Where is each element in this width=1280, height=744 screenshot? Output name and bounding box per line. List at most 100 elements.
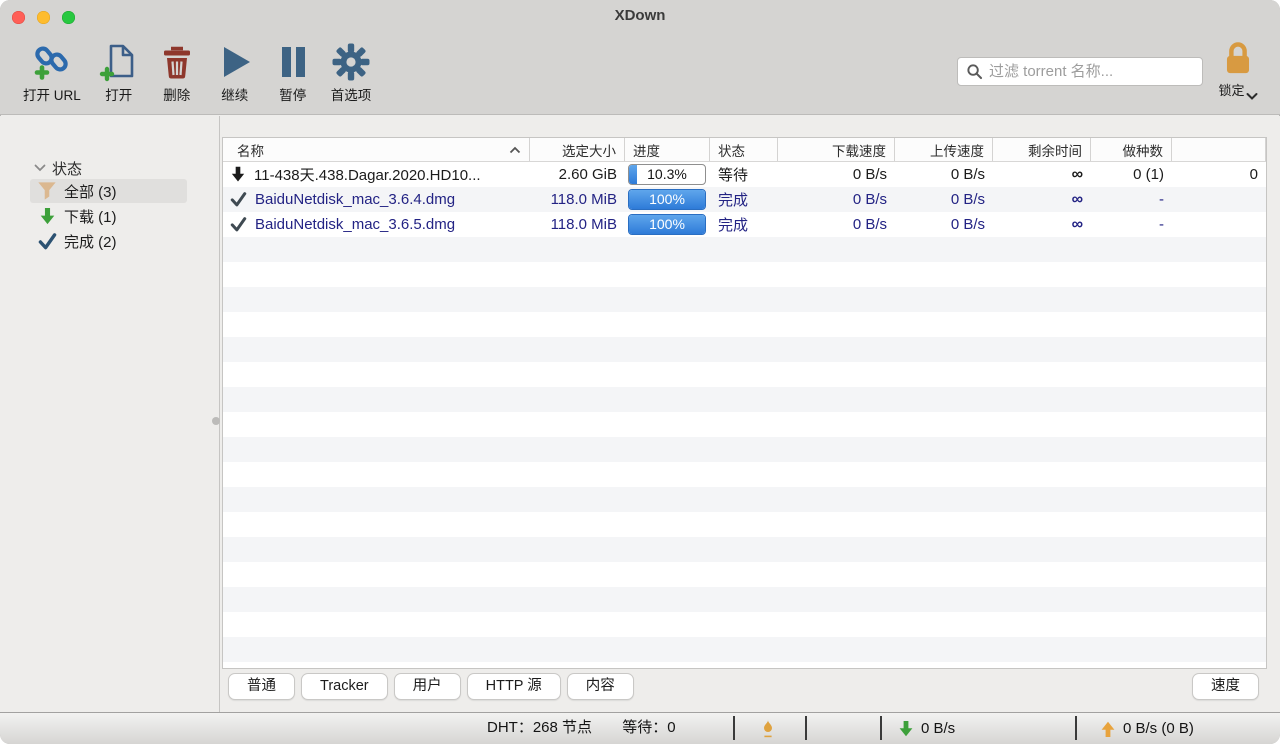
open-file-button[interactable]: 打开 [90, 30, 148, 104]
extra-value [1172, 187, 1266, 212]
download-arrow-icon [36, 206, 58, 226]
window-title: XDown [0, 0, 1280, 30]
funnel-icon [36, 181, 58, 201]
preferences-label: 首选项 [331, 84, 372, 104]
waiting-count: 等待：0 [622, 719, 675, 736]
column-header-eta[interactable]: 剩余时间 [993, 138, 1091, 161]
sidebar-item-completed[interactable]: 完成 (2) [30, 229, 187, 253]
preferences-button[interactable]: 首选项 [322, 30, 381, 104]
detail-tabstrip: 普通 Tracker 用户 HTTP 源 内容 速度 [0, 673, 1280, 700]
dht-nodes: DHT：268 节点 [487, 719, 592, 736]
lock-icon [1223, 41, 1253, 77]
sidebar-item-label: 下载 (1) [64, 206, 117, 227]
seeds: - [1091, 212, 1172, 237]
chevron-down-icon [1246, 92, 1258, 101]
eta: ∞ [993, 212, 1091, 237]
column-header-seeds[interactable]: 做种数 [1091, 138, 1172, 161]
progress-bar: 10.3% [628, 164, 706, 185]
total-download-speed: 0 B/s [921, 718, 955, 740]
sidebar-group-status[interactable]: 状态 [34, 157, 82, 179]
torrent-name: BaiduNetdisk_mac_3.6.5.dmg [255, 216, 455, 233]
xdown-window: XDown 打开 URL [0, 0, 1280, 744]
progress-bar: 100% [628, 214, 706, 235]
pause-button[interactable]: 暂停 [264, 30, 322, 104]
selected-size: 118.0 MiB [530, 187, 625, 212]
upload-speed: 0 B/s [895, 162, 993, 187]
download-speed: 0 B/s [778, 162, 895, 187]
column-header-dl-speed[interactable]: 下载速度 [778, 138, 895, 161]
completed-icon [230, 192, 247, 207]
delete-button[interactable]: 删除 [148, 30, 206, 104]
sidebar-item-label: 全部 (3) [64, 181, 117, 202]
resume-label: 继续 [221, 84, 248, 104]
extra-value [1172, 212, 1266, 237]
speed-button[interactable]: 速度 [1192, 673, 1259, 700]
delete-label: 删除 [163, 84, 190, 104]
link-add-icon [32, 42, 72, 82]
column-header-name[interactable]: 名称 [223, 138, 530, 161]
sidebar-item-downloading[interactable]: 下载 (1) [30, 204, 187, 228]
tab-general[interactable]: 普通 [228, 673, 295, 700]
column-header-extra[interactable] [1172, 138, 1266, 161]
toolbar: 打开 URL 打开 [0, 30, 1280, 115]
upload-arrow-icon [1100, 720, 1116, 738]
eta: ∞ [993, 187, 1091, 212]
tab-content[interactable]: 内容 [567, 673, 634, 700]
search-box[interactable] [957, 57, 1203, 86]
torrent-name: 11-438天.438.Dagar.2020.HD10... [254, 164, 481, 185]
progress-label: 10.3% [629, 165, 705, 184]
download-speed: 0 B/s [778, 187, 895, 212]
selected-size: 118.0 MiB [530, 212, 625, 237]
downloading-icon [230, 166, 246, 183]
status-text: 等待 [710, 162, 778, 187]
column-header-size[interactable]: 选定大小 [530, 138, 625, 161]
check-icon [36, 231, 58, 251]
file-add-icon [99, 42, 139, 82]
download-table: 名称 选定大小 进度 状态 下载速度 上传速度 剩余时间 做种数 [222, 137, 1267, 669]
titlebar: XDown [0, 0, 1280, 30]
content-area: 状态 全部 (3) 下载 (1) [0, 116, 1280, 712]
progress-label: 100% [629, 215, 705, 234]
search-icon [966, 63, 983, 80]
statusbar-divider [733, 716, 735, 740]
table-row[interactable]: BaiduNetdisk_mac_3.6.4.dmg 118.0 MiB 100… [223, 187, 1266, 212]
total-upload-speed: 0 B/s (0 B) [1123, 718, 1194, 740]
table-row[interactable]: 11-438天.438.Dagar.2020.HD10... 2.60 GiB … [223, 162, 1266, 187]
sidebar-group-label: 状态 [52, 158, 82, 179]
progress-bar: 100% [628, 189, 706, 210]
selected-size: 2.60 GiB [530, 162, 625, 187]
sidebar-item-label: 完成 (2) [64, 231, 117, 252]
column-header-status[interactable]: 状态 [710, 138, 778, 161]
statusbar-divider [805, 716, 807, 740]
table-header: 名称 选定大小 进度 状态 下载速度 上传速度 剩余时间 做种数 [223, 138, 1266, 162]
statusbar-divider [1075, 716, 1077, 740]
tab-http-source[interactable]: HTTP 源 [467, 673, 561, 700]
status-text: 完成 [710, 212, 778, 237]
search-input[interactable] [989, 63, 1194, 80]
trash-icon [157, 42, 197, 82]
statusbar-divider [880, 716, 882, 740]
column-header-progress[interactable]: 进度 [625, 138, 710, 161]
resume-button[interactable]: 继续 [206, 30, 264, 104]
column-header-ul-speed[interactable]: 上传速度 [895, 138, 993, 161]
pause-label: 暂停 [279, 84, 306, 104]
splitter-handle[interactable] [212, 417, 220, 425]
sort-ascending-icon [509, 146, 521, 154]
table-row[interactable]: BaiduNetdisk_mac_3.6.5.dmg 118.0 MiB 100… [223, 212, 1266, 237]
sidebar-item-all[interactable]: 全部 (3) [30, 179, 187, 203]
status-bar: DHT：268 节点 等待：0 0 B/s 0 B/s (0 B [0, 712, 1280, 744]
tab-peers[interactable]: 用户 [394, 673, 461, 700]
seeds: - [1091, 187, 1172, 212]
upload-speed: 0 B/s [895, 212, 993, 237]
tab-tracker[interactable]: Tracker [301, 673, 388, 700]
torrent-name: BaiduNetdisk_mac_3.6.4.dmg [255, 191, 455, 208]
lock-button[interactable]: 锁定 [1210, 41, 1266, 99]
sidebar: 状态 全部 (3) 下载 (1) [0, 116, 220, 712]
gear-icon [331, 42, 371, 82]
open-url-button[interactable]: 打开 URL [14, 30, 90, 104]
flame-icon[interactable] [760, 718, 776, 738]
completed-icon [230, 217, 247, 232]
chevron-down-icon [34, 164, 46, 172]
seeds: 0 (1) [1091, 162, 1172, 187]
open-file-label: 打开 [105, 84, 132, 104]
